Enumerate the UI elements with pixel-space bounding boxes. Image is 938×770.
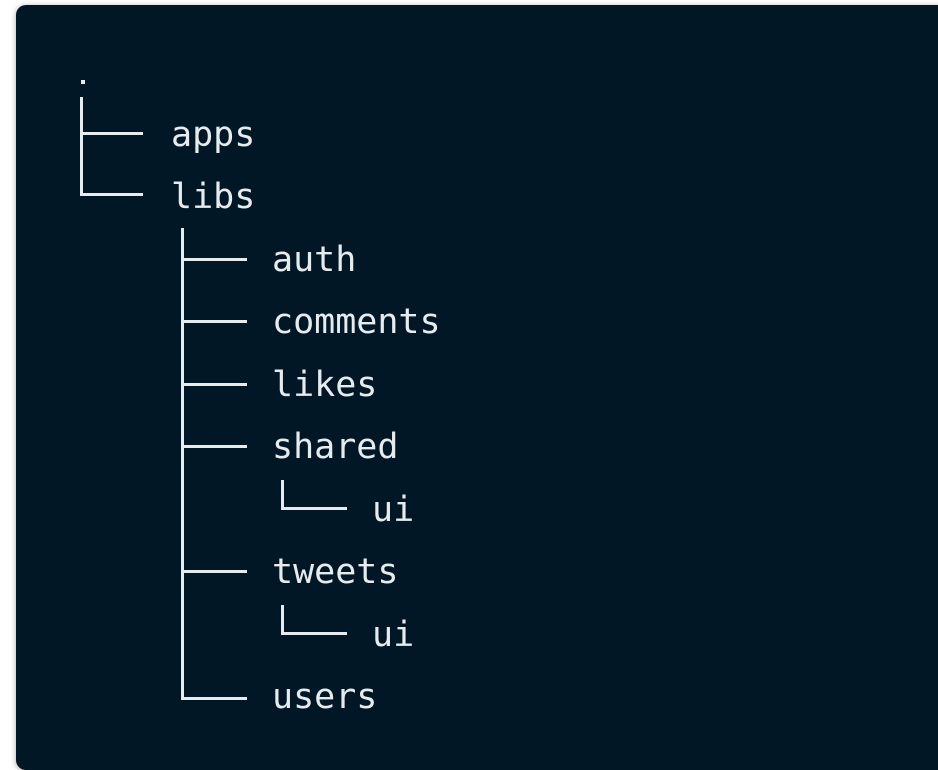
tree-connector-likes [181,383,247,386]
tree-item-auth: auth [272,240,357,280]
directory-tree: apps libs auth comments likes shared ui … [0,0,938,761]
tree-connector-users [181,697,247,700]
tree-item-apps: apps [171,115,256,155]
tree-connector-shared-ui [281,507,347,510]
tree-item-likes: likes [272,365,378,405]
tree-item-tweets: tweets [272,552,399,592]
tree-item-shared-ui: ui [372,490,415,530]
tree-connector-shared-ui-trunk [281,480,284,510]
tree-connector-tweets [181,570,247,573]
tree-connector-tweets-ui-trunk [281,605,284,635]
tree-item-shared: shared [272,427,399,467]
tree-connector-apps [80,132,143,135]
tree-connector-auth [181,258,247,261]
tree-item-users: users [272,677,378,717]
tree-connector-libs [80,193,143,196]
tree-item-comments: comments [272,302,441,342]
tree-item-tweets-ui: ui [372,615,415,655]
tree-item-libs: libs [171,177,256,217]
tree-connector-comments [181,320,247,323]
tree-connector-tweets-ui [281,632,347,635]
tree-connector-shared [181,445,247,448]
tree-root [81,80,85,84]
tree-connector-libs-trunk [181,228,184,700]
tree-connector-trunk [80,97,83,195]
